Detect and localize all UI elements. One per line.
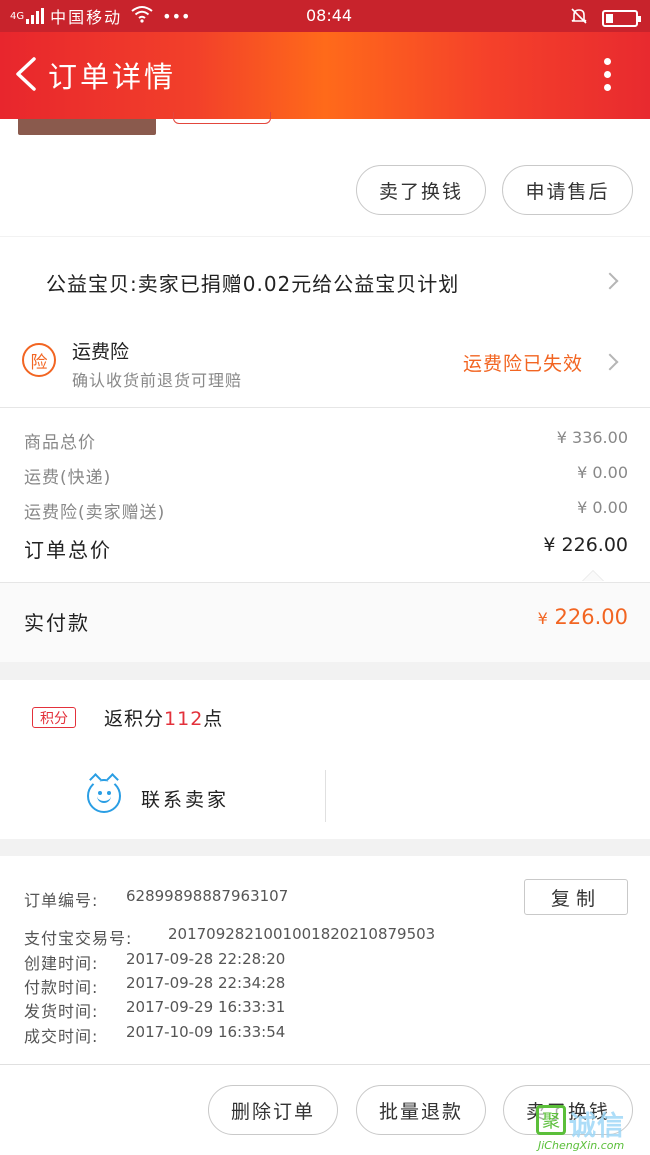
more-menu-icon[interactable]: [604, 58, 612, 97]
paid-time-value: 2017-09-28 22:34:28: [126, 974, 286, 992]
order-number-value: 62899898887963107: [126, 887, 289, 905]
watermark-url: JiChengXin.com: [538, 1139, 625, 1152]
price-row-label: 商品总价: [24, 433, 96, 453]
shipped-time-label: 发货时间:: [24, 1002, 99, 1021]
points-prefix: 返积分: [104, 708, 165, 730]
paid-amount: ¥ 226.00: [538, 605, 628, 629]
insurance-title: 运费险: [72, 341, 130, 363]
price-row-value: ¥ 336.00: [556, 428, 628, 447]
battery-icon: [602, 9, 641, 27]
price-row-label: 运费险(卖家赠送): [24, 503, 166, 523]
paid-label: 实付款: [24, 611, 90, 635]
sell-for-cash-button[interactable]: 卖了换钱: [356, 165, 486, 215]
insurance-icon: 险: [22, 343, 56, 377]
price-row-value: ¥ 0.00: [577, 498, 628, 517]
chat-icon[interactable]: [87, 773, 121, 813]
watermark: 聚 诚信 JiChengXin.com: [536, 1105, 650, 1155]
created-time-value: 2017-09-28 22:28:20: [126, 950, 286, 968]
paid-value: 226.00: [554, 605, 628, 629]
batch-refund-button[interactable]: 批量退款: [356, 1085, 486, 1135]
order-total-value: ¥ 226.00: [543, 534, 628, 556]
paid-currency: ¥: [537, 609, 548, 628]
points-badge: 积分: [32, 707, 76, 728]
insurance-status[interactable]: 运费险已失效: [463, 349, 583, 376]
completed-time-label: 成交时间:: [24, 1027, 99, 1046]
alipay-trade-label: 支付宝交易号:: [24, 929, 133, 948]
paid-time-label: 付款时间:: [24, 978, 99, 997]
pointer-arrow: [582, 570, 604, 581]
wifi-icon: [130, 5, 154, 27]
order-total-label: 订单总价: [24, 538, 112, 562]
created-time-label: 创建时间:: [24, 954, 99, 973]
back-arrow-icon[interactable]: [12, 56, 38, 92]
completed-time-value: 2017-10-09 16:33:54: [126, 1023, 286, 1041]
insurance-subtitle: 确认收货前退货可理赔: [72, 371, 243, 390]
more-status-dots: •••: [162, 6, 191, 26]
price-row-label: 运费(快递): [24, 468, 112, 488]
signal-icon: [26, 8, 45, 24]
contact-seller-button[interactable]: 联系卖家: [141, 785, 229, 812]
points-suffix: 点: [203, 708, 224, 730]
delete-order-button[interactable]: 删除订单: [208, 1085, 338, 1135]
page-title: 订单详情: [48, 60, 177, 94]
app-header: 订单详情: [0, 32, 650, 119]
divider: [0, 407, 650, 408]
points-amount: 112: [164, 708, 204, 730]
watermark-logo-icon: 聚: [536, 1105, 566, 1135]
product-thumbnail[interactable]: [18, 119, 156, 135]
carrier-label: 中国移动: [50, 8, 123, 27]
alipay-trade-value: 2017092821001001820210879503: [168, 925, 436, 943]
price-row-value: ¥ 0.00: [577, 463, 628, 482]
status-bar: 4G 中国移动 ••• 08:44: [0, 0, 650, 32]
shipped-time-value: 2017-09-29 16:33:31: [126, 998, 286, 1016]
divider: [325, 770, 326, 822]
mute-bell-icon: [570, 7, 588, 29]
order-number-label: 订单编号:: [24, 891, 99, 910]
points-text: 返积分112点: [104, 704, 223, 731]
clock: 08:44: [306, 6, 353, 25]
charity-text[interactable]: 公益宝贝:卖家已捐赠0.02元给公益宝贝计划: [46, 268, 459, 297]
watermark-name: 诚信: [569, 1111, 625, 1142]
apply-after-sale-button[interactable]: 申请售后: [502, 165, 633, 215]
product-tag: [173, 112, 271, 124]
network-label: 4G: [10, 10, 25, 22]
order-detail-screen: 4G 中国移动 ••• 08:44 订单详情 卖了换钱 申请售后 公益宝贝:卖家…: [0, 0, 650, 1155]
copy-button[interactable]: 复制: [524, 879, 628, 915]
